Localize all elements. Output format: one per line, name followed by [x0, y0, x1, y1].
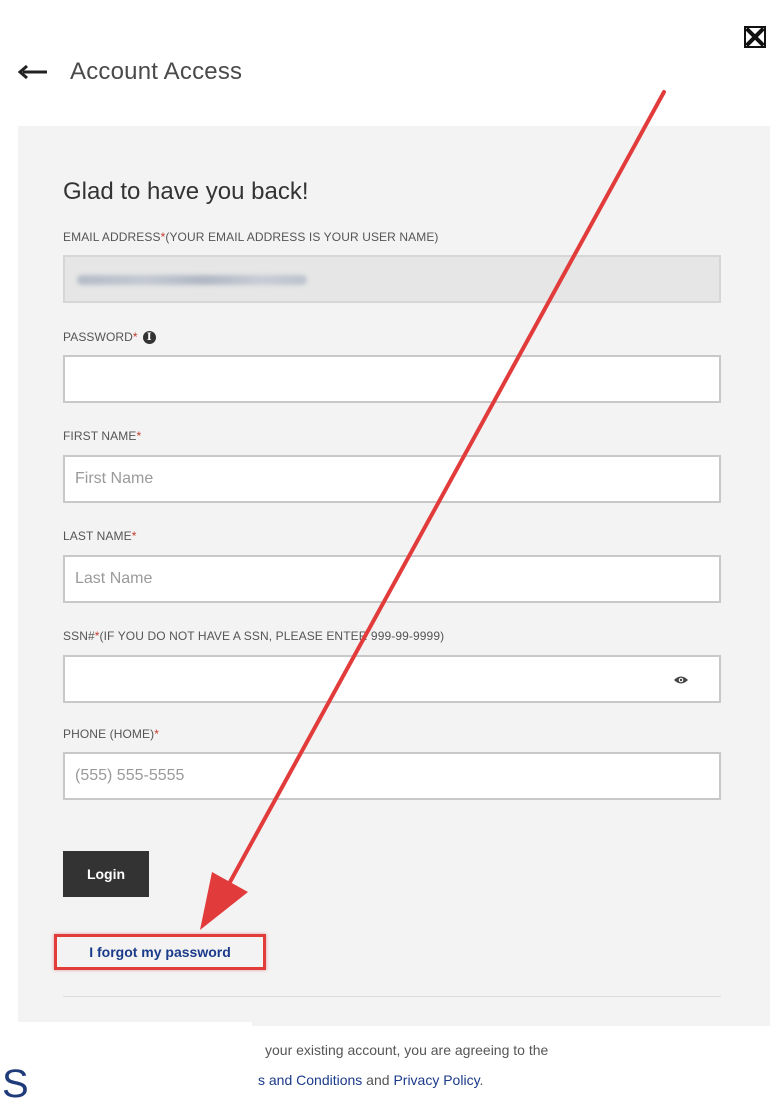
greeting-heading: Glad to have you back! [63, 178, 309, 205]
brand-letter: S [2, 1062, 29, 1106]
back-button[interactable] [18, 57, 52, 87]
terms-and-conditions-link[interactable]: and Conditions [269, 1072, 362, 1088]
email-value-redacted [77, 275, 307, 285]
terms-period: . [479, 1072, 484, 1088]
email-label-text: EMAIL ADDRESS [63, 230, 161, 244]
last-name-input[interactable] [63, 555, 721, 603]
password-input[interactable] [63, 355, 721, 403]
phone-label: PHONE (HOME) * [63, 727, 159, 741]
divider [63, 996, 721, 997]
login-panel: Glad to have you back! EMAIL ADDRESS * (Y… [18, 126, 770, 1026]
required-mark: * [154, 727, 159, 741]
ssn-label: SSN# * (IF YOU DO NOT HAVE A SSN, PLEASE … [63, 629, 444, 643]
ssn-label-text: SSN# [63, 629, 95, 643]
page-header: Account Access [18, 52, 242, 92]
first-name-label: FIRST NAME * [63, 429, 141, 443]
arrow-left-icon [18, 64, 47, 80]
email-label: EMAIL ADDRESS * (YOUR EMAIL ADDRESS IS YO… [63, 230, 439, 244]
terms-link-fragment[interactable]: s [258, 1072, 265, 1088]
close-button[interactable] [742, 24, 768, 50]
terms-and-text: and [362, 1072, 394, 1088]
password-label: PASSWORD * i [63, 330, 156, 344]
required-mark: * [131, 529, 137, 543]
info-icon[interactable]: i [142, 330, 156, 344]
close-icon [744, 26, 766, 48]
required-mark: * [132, 330, 138, 344]
email-field[interactable] [63, 255, 721, 303]
terms-text-line1: your existing account, you are agreeing … [265, 1042, 549, 1058]
forgot-password-highlight: I forgot my password [54, 934, 266, 970]
eye-icon[interactable] [673, 674, 689, 686]
last-name-label: LAST NAME * [63, 529, 136, 543]
email-label-note: (YOUR EMAIL ADDRESS IS YOUR USER NAME) [165, 230, 439, 244]
forgot-password-link[interactable]: I forgot my password [89, 944, 231, 960]
first-name-label-text: FIRST NAME [63, 429, 137, 443]
terms-text-line2: s and Conditions and Privacy Policy. [258, 1072, 483, 1088]
login-button[interactable]: Login [63, 851, 149, 897]
last-name-label-text: LAST NAME [63, 529, 132, 543]
ssn-input[interactable] [63, 655, 721, 703]
privacy-policy-link[interactable]: Privacy Policy [393, 1072, 479, 1088]
ssn-label-note: (IF YOU DO NOT HAVE A SSN, PLEASE ENTER … [99, 629, 445, 643]
page-title: Account Access [70, 58, 243, 85]
phone-input[interactable] [63, 752, 721, 800]
phone-label-text: PHONE (HOME) [63, 727, 155, 741]
password-label-text: PASSWORD [63, 330, 133, 344]
first-name-input[interactable] [63, 455, 721, 503]
overlay-block [0, 1022, 252, 1120]
required-mark: * [136, 429, 142, 443]
